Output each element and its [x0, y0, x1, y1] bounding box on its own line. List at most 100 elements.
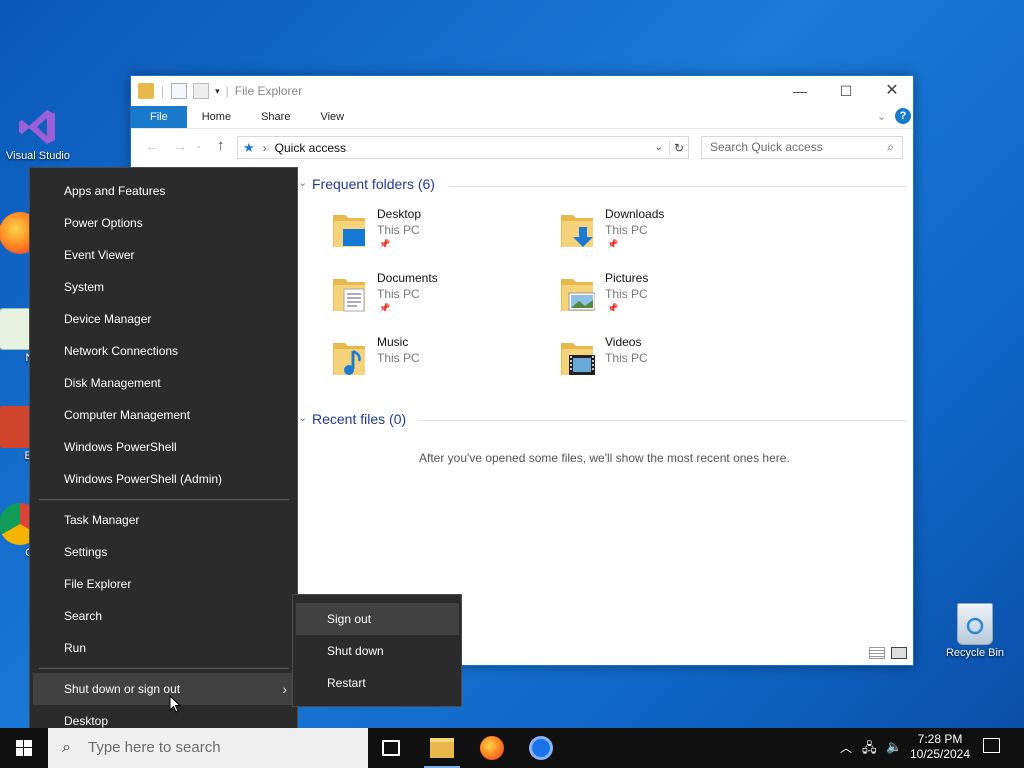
- taskbar-search-box[interactable]: ⌕ Type here to search: [48, 728, 368, 768]
- section-divider: [419, 420, 907, 421]
- back-arrow-icon[interactable]: ←: [145, 138, 159, 154]
- breadcrumb-chevron-icon: ›: [262, 140, 267, 155]
- maximize-button[interactable]: ☐: [823, 76, 869, 106]
- pin-icon: 📌: [607, 303, 619, 313]
- menu-run[interactable]: Run: [33, 632, 295, 664]
- address-bar[interactable]: ★ › Quick access ⌄ ↻: [237, 136, 689, 159]
- menu-network-connections[interactable]: Network Connections: [33, 335, 295, 367]
- tab-home[interactable]: Home: [187, 106, 246, 128]
- details-view-icon[interactable]: [869, 647, 885, 659]
- desktop-icon-visual-studio[interactable]: Visual Studio: [0, 106, 76, 162]
- desktop-icon-label: Recycle Bin: [945, 647, 1005, 659]
- show-hidden-icons-icon[interactable]: ︿: [840, 739, 852, 756]
- videos-folder-icon: [559, 337, 595, 377]
- folder-name: Videos: [605, 335, 642, 349]
- network-icon[interactable]: 🖧: [862, 739, 877, 761]
- taskbar: ⌕ Type here to search ︿ 🖧 🔈 7:28 PM 10/2…: [0, 728, 1024, 768]
- collapse-recent-icon[interactable]: ⌄: [298, 411, 307, 424]
- clock-date: 10/25/2024: [909, 747, 971, 761]
- folder-documents[interactable]: Documents This PC 📌: [331, 271, 551, 333]
- section-divider: [449, 186, 907, 187]
- collapse-frequent-icon[interactable]: ⌄: [298, 176, 307, 189]
- pictures-folder-icon: [559, 273, 596, 313]
- shutdown-submenu: Sign out Shut down Restart: [292, 594, 462, 707]
- task-view-icon[interactable]: [382, 740, 400, 756]
- windows-logo-icon: [16, 740, 32, 756]
- folder-pictures[interactable]: Pictures This PC 📌: [559, 271, 779, 333]
- up-arrow-icon[interactable]: ↑: [217, 137, 225, 154]
- tab-share[interactable]: Share: [246, 106, 305, 128]
- desktop-icon-label: Visual Studio: [5, 150, 70, 162]
- minimize-button[interactable]: —: [777, 76, 823, 106]
- folder-location: This PC: [377, 223, 420, 237]
- menu-apps-and-features[interactable]: Apps and Features: [33, 175, 295, 207]
- quick-access-star-icon: ★: [243, 139, 255, 155]
- search-placeholder: Search Quick access: [710, 140, 823, 154]
- menu-disk-management[interactable]: Disk Management: [33, 367, 295, 399]
- address-dropdown-icon[interactable]: ⌄: [655, 142, 663, 153]
- start-button[interactable]: [0, 728, 48, 768]
- help-icon[interactable]: ?: [895, 108, 911, 124]
- folder-music[interactable]: Music This PC: [331, 335, 551, 397]
- menu-system[interactable]: System: [33, 271, 295, 303]
- menu-search[interactable]: Search: [33, 600, 295, 632]
- taskbar-firefox-icon[interactable]: [480, 736, 504, 760]
- title-bar[interactable]: | ▾ | File Explorer — ☐ ✕: [131, 76, 913, 106]
- menu-computer-management[interactable]: Computer Management: [33, 399, 295, 431]
- folder-name: Desktop: [377, 207, 422, 221]
- menu-task-manager[interactable]: Task Manager: [33, 504, 295, 536]
- search-box[interactable]: Search Quick access ⌕: [701, 136, 903, 159]
- clock[interactable]: 7:28 PM 10/25/2024: [906, 732, 974, 762]
- submenu-sign-out[interactable]: Sign out: [296, 603, 459, 635]
- menu-item-label: Shut down or sign out: [64, 682, 181, 696]
- menu-windows-powershell-admin[interactable]: Windows PowerShell (Admin): [33, 463, 295, 495]
- folder-videos[interactable]: Videos This PC: [559, 335, 779, 397]
- taskbar-file-explorer-icon[interactable]: [430, 738, 454, 758]
- mouse-cursor-icon: [169, 695, 181, 713]
- tab-view[interactable]: View: [305, 106, 359, 128]
- submenu-restart[interactable]: Restart: [296, 667, 459, 699]
- folder-location: This PC: [605, 223, 648, 237]
- downloads-folder-icon: [559, 209, 595, 249]
- desktop-icon-recycle-bin[interactable]: Recycle Bin: [937, 603, 1013, 659]
- navigation-bar: ← → ⌄ ↑ ★ › Quick access ⌄ ↻ Search Quic…: [131, 129, 913, 164]
- menu-file-explorer[interactable]: File Explorer: [33, 568, 295, 600]
- expand-ribbon-icon[interactable]: ⌄: [877, 110, 886, 123]
- new-folder-icon[interactable]: [193, 83, 210, 99]
- menu-settings[interactable]: Settings: [33, 536, 295, 568]
- recent-files-header[interactable]: Recent files (0): [312, 411, 406, 427]
- folder-name: Downloads: [605, 207, 665, 221]
- folder-downloads[interactable]: Downloads This PC 📌: [559, 207, 779, 269]
- menu-shut-down-or-sign-out[interactable]: Shut down or sign out ›: [33, 673, 295, 705]
- volume-muted-icon[interactable]: 🔈: [886, 739, 902, 755]
- properties-icon[interactable]: [171, 83, 188, 99]
- menu-event-viewer[interactable]: Event Viewer: [33, 239, 295, 271]
- frequent-folders-header[interactable]: Frequent folders (6): [312, 176, 435, 192]
- visual-studio-icon: [17, 106, 59, 148]
- menu-windows-powershell[interactable]: Windows PowerShell: [33, 431, 295, 463]
- divider: |: [225, 84, 229, 98]
- submenu-shut-down[interactable]: Shut down: [296, 635, 459, 667]
- notifications-icon[interactable]: [983, 738, 1000, 753]
- search-icon: ⌕: [62, 739, 71, 756]
- search-icon: ⌕: [887, 140, 894, 154]
- recent-files-empty-message: After you've opened some files, we'll sh…: [419, 451, 790, 465]
- address-text: Quick access: [274, 140, 347, 155]
- documents-folder-icon: [331, 273, 367, 313]
- menu-power-options[interactable]: Power Options: [33, 207, 295, 239]
- refresh-icon[interactable]: ↻: [668, 140, 688, 155]
- folder-location: This PC: [377, 351, 420, 365]
- tab-file[interactable]: File: [131, 106, 187, 128]
- folder-name: Music: [377, 335, 409, 349]
- close-button[interactable]: ✕: [869, 76, 915, 106]
- taskbar-chrome-icon[interactable]: [529, 736, 553, 760]
- menu-device-manager[interactable]: Device Manager: [33, 303, 295, 335]
- recent-locations-icon[interactable]: ⌄: [195, 141, 202, 150]
- menu-separator: [39, 499, 289, 500]
- pin-icon: 📌: [379, 239, 391, 249]
- large-icons-view-icon[interactable]: [891, 647, 907, 659]
- customize-quick-access-icon[interactable]: ▾: [215, 86, 220, 97]
- folder-location: This PC: [377, 287, 420, 301]
- forward-arrow-icon[interactable]: →: [173, 138, 187, 154]
- folder-desktop[interactable]: Desktop This PC 📌: [331, 207, 551, 269]
